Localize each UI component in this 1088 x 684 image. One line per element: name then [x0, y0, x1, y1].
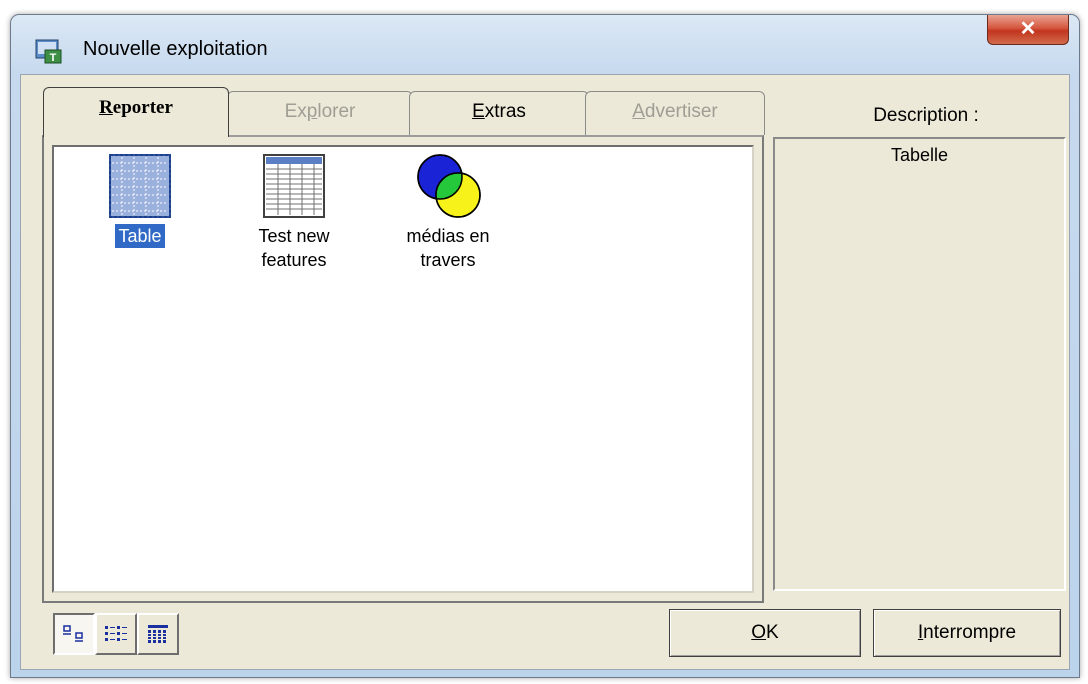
item-label: Table [114, 223, 166, 249]
item-label-line1: médias en [406, 226, 490, 246]
tab-explorer[interactable]: Explorer [227, 91, 413, 135]
cancel-button[interactable]: Interrompre [873, 609, 1061, 657]
large-icons-view-button[interactable] [53, 613, 95, 655]
description-panel: Tabelle [773, 137, 1066, 591]
svg-text:T: T [50, 52, 57, 64]
tab-reporter[interactable]: Reporter [43, 87, 229, 137]
description-text: Tabelle [890, 145, 949, 165]
item-label-line2: features [261, 250, 327, 270]
venn-template-icon [417, 154, 481, 218]
large-icons-icon [63, 625, 83, 642]
list-item-table[interactable]: Table [70, 153, 210, 249]
dialog-window: T Nouvelle exploitation ✕ Reporter Explo… [10, 14, 1080, 678]
ok-button[interactable]: OK [669, 609, 861, 657]
item-label-line1: Test new [258, 226, 330, 246]
template-list-view[interactable]: Table Test new features médias en traver… [52, 145, 754, 593]
list-item-test-new-features[interactable]: Test new features [224, 153, 364, 272]
dialog-client: Reporter Explorer Extras Advertiser Tabl… [20, 74, 1070, 670]
list-item-medias-en-travers[interactable]: médias en travers [378, 149, 518, 272]
view-mode-toolbar [53, 613, 179, 655]
tab-panel: Table Test new features médias en traver… [42, 135, 764, 603]
title-bar[interactable]: T Nouvelle exploitation ✕ [11, 15, 1079, 75]
table-template-icon [109, 154, 171, 218]
tab-extras[interactable]: Extras [409, 91, 589, 135]
details-icon [148, 625, 168, 643]
app-icon: T [35, 39, 62, 64]
list-view-button[interactable] [95, 613, 137, 655]
window-title: Nouvelle exploitation [83, 38, 268, 60]
close-button[interactable]: ✕ [987, 15, 1069, 45]
description-heading: Description : [873, 105, 979, 126]
item-label-line2: travers [420, 250, 476, 270]
report-template-icon [263, 154, 325, 218]
list-icon [105, 626, 127, 641]
close-icon: ✕ [1019, 18, 1037, 40]
details-view-button[interactable] [137, 613, 179, 655]
tab-advertiser[interactable]: Advertiser [585, 91, 765, 135]
